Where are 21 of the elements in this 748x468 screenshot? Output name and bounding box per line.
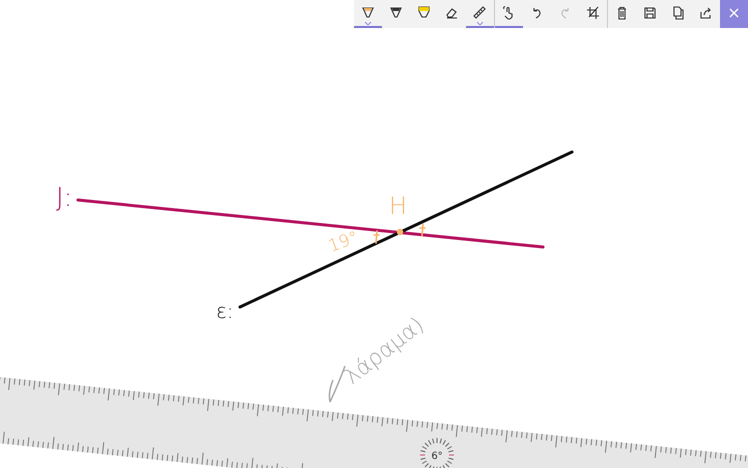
handwritten-label: ε: [216, 299, 234, 323]
save-icon [643, 6, 657, 20]
ruler-icon [473, 6, 487, 20]
intersection-dot [396, 228, 404, 236]
ballpoint-pen-icon [361, 6, 375, 20]
close-icon [728, 7, 740, 19]
angle-mark-drawing [373, 223, 426, 244]
highlighter-icon [417, 6, 431, 20]
caret-icon [477, 22, 483, 25]
handwritten-label: H [389, 192, 408, 220]
share-icon [699, 6, 713, 20]
handwritten-label: J: [56, 183, 72, 213]
angle-reading: 6° [431, 451, 443, 462]
copy-icon [671, 6, 685, 20]
eraser-icon [445, 6, 459, 20]
crop-icon [586, 6, 600, 20]
delete-icon [615, 6, 629, 20]
protractor-dial-icon [420, 438, 454, 468]
pencil-icon [389, 6, 403, 20]
handwritten-label: 19° [326, 228, 362, 257]
caret-icon [365, 22, 371, 25]
